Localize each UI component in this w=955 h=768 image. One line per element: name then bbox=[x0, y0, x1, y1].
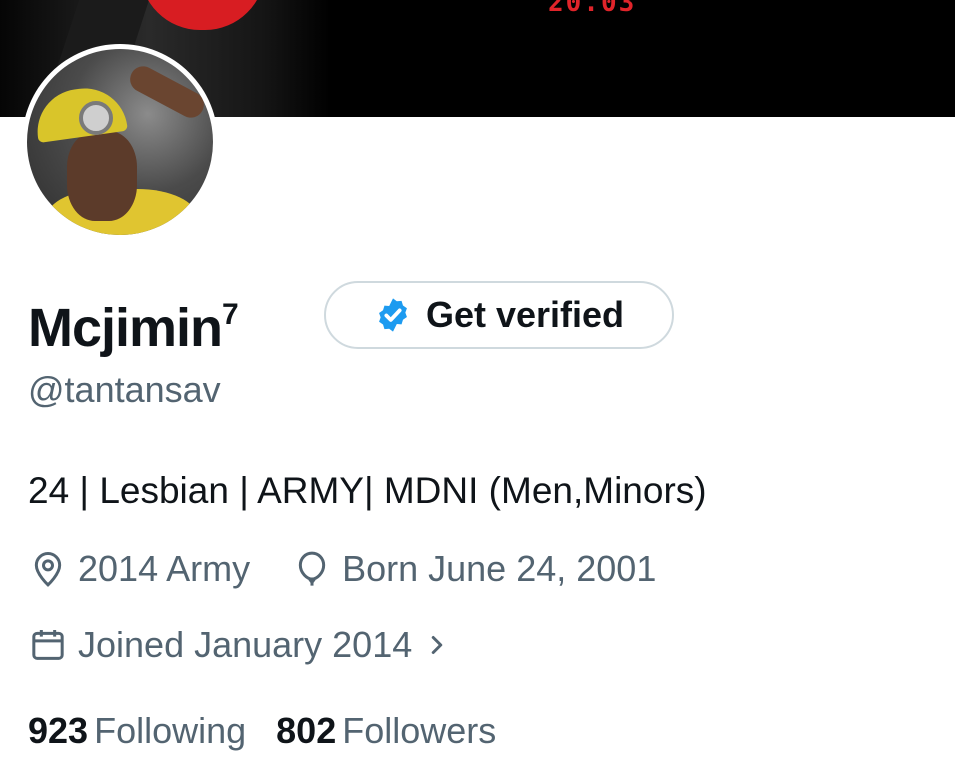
profile-birthday: Born June 24, 2001 bbox=[292, 548, 656, 590]
avatar-photo bbox=[27, 49, 213, 235]
location-text: 2014 Army bbox=[78, 548, 251, 589]
profile-avatar[interactable] bbox=[22, 44, 218, 240]
joined-text: Joined January 2014 bbox=[78, 624, 413, 665]
birthday-text: Born June 24, 2001 bbox=[342, 548, 657, 589]
get-verified-label: Get verified bbox=[425, 294, 625, 335]
banner-date-text: 20.03 bbox=[548, 0, 637, 18]
following-link[interactable]: 923 Following bbox=[28, 710, 246, 752]
display-name-text: Mcjimin bbox=[28, 298, 223, 358]
following-count: 923 bbox=[28, 710, 89, 751]
avatar-goggle-shape bbox=[79, 101, 113, 135]
profile-handle: @tantansav bbox=[28, 369, 221, 410]
display-name-superscript: 7 bbox=[222, 298, 239, 331]
followers-label: Followers bbox=[342, 710, 497, 751]
profile-location: 2014 Army bbox=[28, 548, 250, 590]
followers-link[interactable]: 802 Followers bbox=[276, 710, 496, 752]
profile-bio: 24 | Lesbian | ARMY| MDNI (Men,Minors) bbox=[28, 470, 707, 511]
location-pin-icon bbox=[34, 552, 62, 587]
get-verified-button[interactable]: Get verified bbox=[324, 281, 674, 349]
calendar-icon bbox=[32, 630, 64, 660]
profile-stats: 923 Following 802 Followers bbox=[28, 710, 526, 752]
avatar-face-shape bbox=[67, 131, 137, 221]
followers-count: 802 bbox=[276, 710, 337, 751]
profile-meta-row-1: 2014 Army Born June 24, 2001 bbox=[28, 548, 698, 590]
profile-joined[interactable]: Joined January 2014 bbox=[28, 624, 450, 666]
profile-meta-row-2: Joined January 2014 bbox=[28, 624, 492, 666]
following-label: Following bbox=[94, 710, 247, 751]
profile-display-name: Mcjimin7 bbox=[28, 278, 239, 365]
verified-badge-icon bbox=[379, 298, 407, 332]
chevron-right-icon bbox=[432, 636, 443, 654]
balloon-icon bbox=[298, 551, 326, 586]
